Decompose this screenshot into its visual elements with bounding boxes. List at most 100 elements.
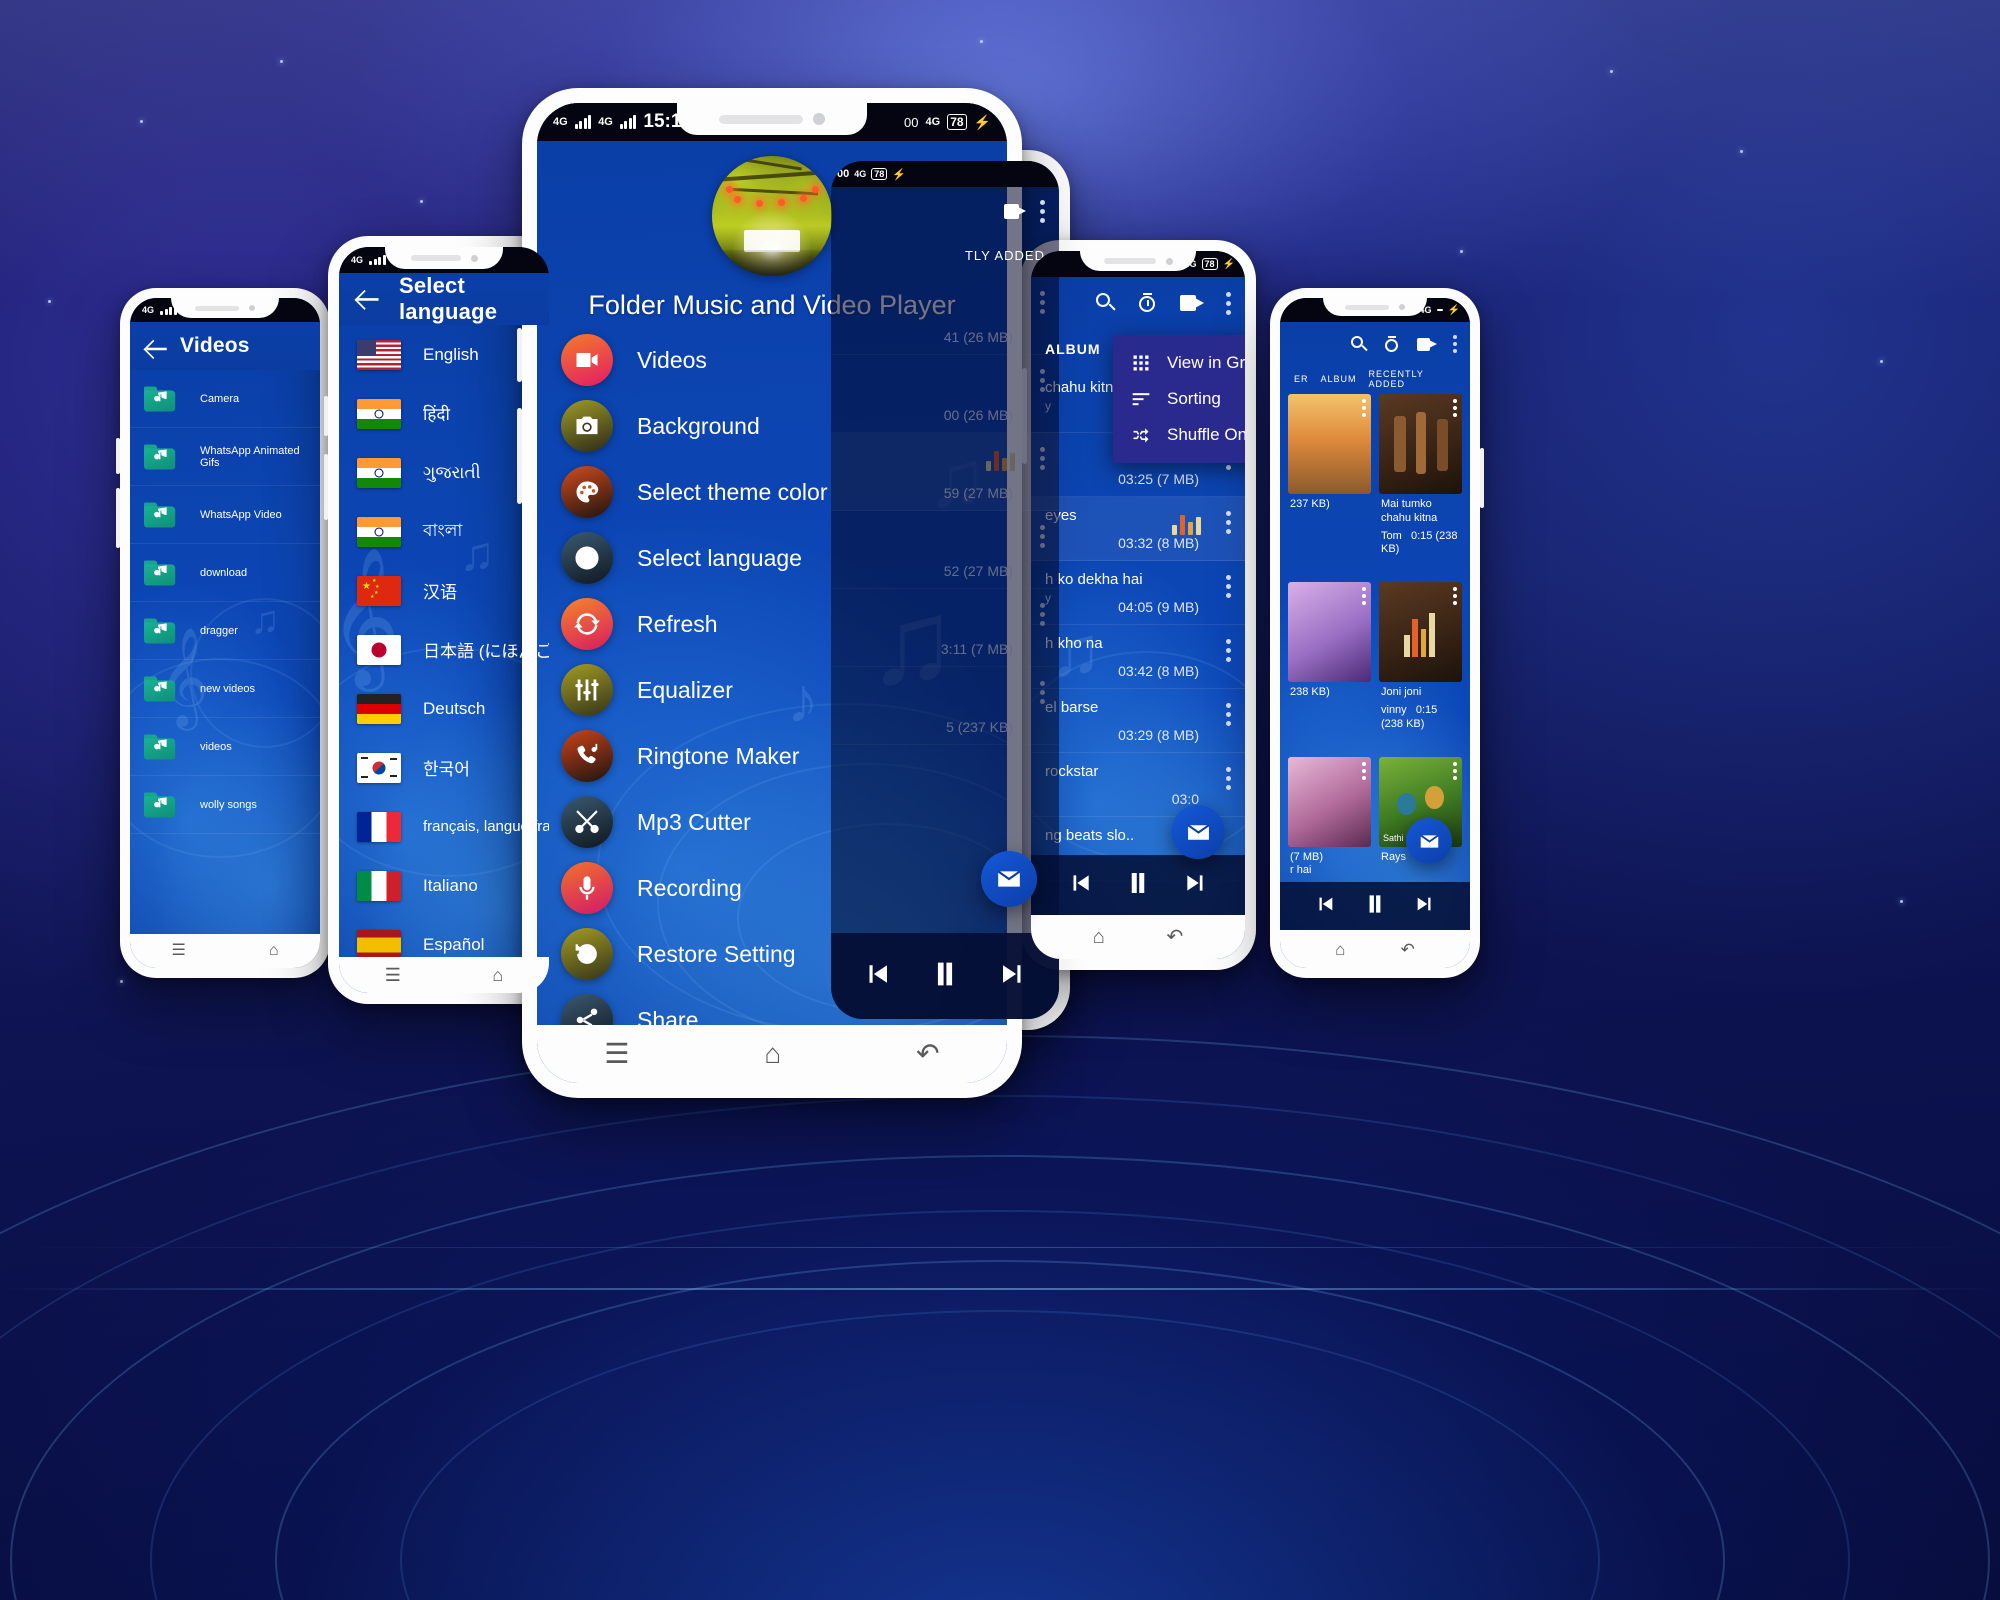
prev-icon[interactable] (1314, 893, 1336, 920)
video-camera-icon[interactable] (1180, 295, 1204, 311)
list-item[interactable]: Camera (130, 370, 320, 428)
list-item[interactable]: Deutsch (339, 679, 549, 738)
song-row[interactable]: rockstar 03:0 (1031, 753, 1245, 817)
player-bar[interactable] (1280, 882, 1470, 930)
menu-item-shuffle-on[interactable]: Shuffle On (1113, 417, 1245, 453)
home-icon[interactable]: ⌂ (492, 966, 503, 984)
menu-item-view-in-grid[interactable]: View in Grid (1113, 345, 1245, 381)
menu-icon[interactable]: ☰ (604, 1040, 629, 1068)
back-icon[interactable] (355, 286, 381, 312)
pause-icon[interactable] (1123, 868, 1153, 903)
mail-fab-button[interactable] (1171, 805, 1225, 859)
system-nav-bar[interactable]: ☰ ⌂ (130, 934, 320, 968)
kebab-icon[interactable] (1226, 703, 1231, 726)
kebab-icon[interactable] (1453, 761, 1458, 780)
next-icon[interactable] (1414, 893, 1436, 920)
menu-icon[interactable]: ☰ (171, 943, 185, 959)
kebab-icon[interactable] (1453, 335, 1458, 353)
player-bar[interactable] (831, 933, 1059, 1019)
search-icon[interactable] (1351, 335, 1368, 353)
language-list[interactable]: English हिंदी ગુજરાતી বাংলা ★ ★ ★ ★ ★ 汉语… (339, 325, 549, 960)
menu-item-sorting[interactable]: Sorting (1113, 381, 1245, 417)
mail-fab-button[interactable] (1406, 818, 1452, 864)
folder-list[interactable]: Camera WhatsApp Animated Gifs WhatsApp V… (130, 370, 320, 934)
network-type-1: 4G (351, 254, 364, 265)
next-icon[interactable] (1183, 870, 1209, 901)
home-icon[interactable]: ⌂ (764, 1040, 781, 1068)
list-item[interactable]: ગુજરાતી (339, 443, 549, 502)
grid-cell[interactable]: Joni joni vinny 0:15 (238 KB) (1379, 582, 1462, 749)
list-item[interactable]: 한국어 (339, 738, 549, 797)
tab-album[interactable]: ALBUM (1045, 341, 1101, 357)
home-icon[interactable]: ⌂ (1335, 941, 1345, 958)
list-item[interactable]: ★ ★ ★ ★ ★ 汉语 (339, 561, 549, 620)
home-icon[interactable]: ⌂ (269, 943, 279, 959)
list-item[interactable]: Italiano (339, 856, 549, 915)
list-item[interactable]: dragger (130, 602, 320, 660)
grid-cell[interactable]: Mai tumko chahu kitna Tom 0:15 (238 KB) (1379, 394, 1462, 574)
system-nav-bar[interactable]: ☰ ⌂ (339, 957, 549, 993)
pause-icon[interactable] (1362, 891, 1388, 922)
list-item[interactable]: বাংলা (339, 502, 549, 561)
home-icon[interactable]: ⌂ (1093, 927, 1105, 947)
grid-list[interactable]: 237 KB) Mai tumko chahu kitna Tom 0:15 (… (1280, 394, 1470, 882)
system-nav-bar[interactable]: ☰ ⌂ ↶ (537, 1025, 1007, 1083)
kebab-icon[interactable] (1226, 511, 1231, 534)
back-icon[interactable]: ↶ (916, 1040, 939, 1068)
grid-sub: vinny 0:15 (238 KB) (1381, 704, 1438, 730)
prev-icon[interactable] (862, 959, 892, 994)
tab-bar[interactable]: ER ALBUM RECENTLY ADDED (1280, 366, 1470, 392)
song-row[interactable]: h kho na 03:42 (8 MB) (1031, 625, 1245, 689)
list-item[interactable]: हिंदी (339, 384, 549, 443)
next-icon[interactable] (998, 959, 1028, 994)
pause-icon[interactable] (928, 957, 962, 996)
song-row[interactable]: eyes 03:32 (8 MB) (1031, 497, 1245, 561)
song-title: h ko dekha hai (1045, 571, 1143, 588)
kebab-icon[interactable] (1453, 399, 1458, 417)
tab-folder[interactable]: ER (1294, 374, 1309, 384)
list-item[interactable]: download (130, 544, 320, 602)
tab-bar[interactable]: TLY ADDED (831, 235, 1059, 275)
list-item[interactable]: 日本語 (にほんご) (339, 620, 549, 679)
system-nav-bar[interactable]: ⌂ ↶ (1031, 915, 1245, 959)
list-item[interactable]: wolly songs (130, 776, 320, 834)
menu-icon[interactable]: ☰ (385, 966, 401, 984)
overflow-menu-popup[interactable]: View in Grid Sorting Shuffle On (1113, 335, 1245, 463)
video-camera-icon[interactable] (1417, 337, 1437, 351)
music-folder-icon (144, 734, 176, 759)
kebab-icon[interactable] (1453, 587, 1458, 606)
kebab-icon[interactable] (1040, 199, 1045, 223)
phone-select-language: 𝄞 ♫ 4G 4G 15:2 Select language (324, 236, 560, 1004)
kebab-icon[interactable] (1362, 761, 1367, 780)
list-item[interactable]: WhatsApp Video (130, 486, 320, 544)
tab-album[interactable]: ALBUM (1321, 374, 1357, 384)
video-camera-icon[interactable] (1004, 203, 1026, 219)
back-icon[interactable] (144, 336, 167, 356)
player-bar[interactable] (1031, 855, 1245, 915)
kebab-icon[interactable] (1226, 575, 1231, 598)
list-item[interactable]: English (339, 325, 549, 384)
list-item[interactable]: WhatsApp Animated Gifs (130, 428, 320, 486)
kebab-icon[interactable] (1226, 639, 1231, 662)
back-icon[interactable]: ↶ (1401, 941, 1415, 958)
kebab-icon[interactable] (1362, 399, 1367, 417)
grid-cell[interactable]: 238 KB) (1288, 582, 1371, 749)
list-item[interactable]: videos (130, 718, 320, 776)
list-item[interactable]: new videos (130, 660, 320, 718)
kebab-icon[interactable] (1226, 767, 1231, 790)
grid-cell[interactable]: 237 KB) (1288, 394, 1371, 574)
prev-icon[interactable] (1067, 870, 1093, 901)
timer-icon[interactable] (1384, 335, 1401, 353)
kebab-icon[interactable] (1226, 291, 1231, 315)
music-folder-icon (144, 676, 176, 701)
timer-icon[interactable] (1138, 293, 1158, 313)
list-item[interactable]: français, langue française (339, 797, 549, 856)
tab-recently-added[interactable]: RECENTLY ADDED (1369, 369, 1456, 389)
search-icon[interactable] (1096, 293, 1116, 313)
system-nav-bar[interactable]: ⌂ ↶ (1280, 930, 1470, 968)
back-icon[interactable]: ↶ (1167, 927, 1184, 947)
kebab-icon[interactable] (1362, 587, 1367, 606)
song-row[interactable]: h ko dekha hai y 04:05 (9 MB) (1031, 561, 1245, 625)
song-row[interactable]: el barse 03:29 (8 MB) (1031, 689, 1245, 753)
mail-fab-button[interactable] (981, 851, 1037, 907)
